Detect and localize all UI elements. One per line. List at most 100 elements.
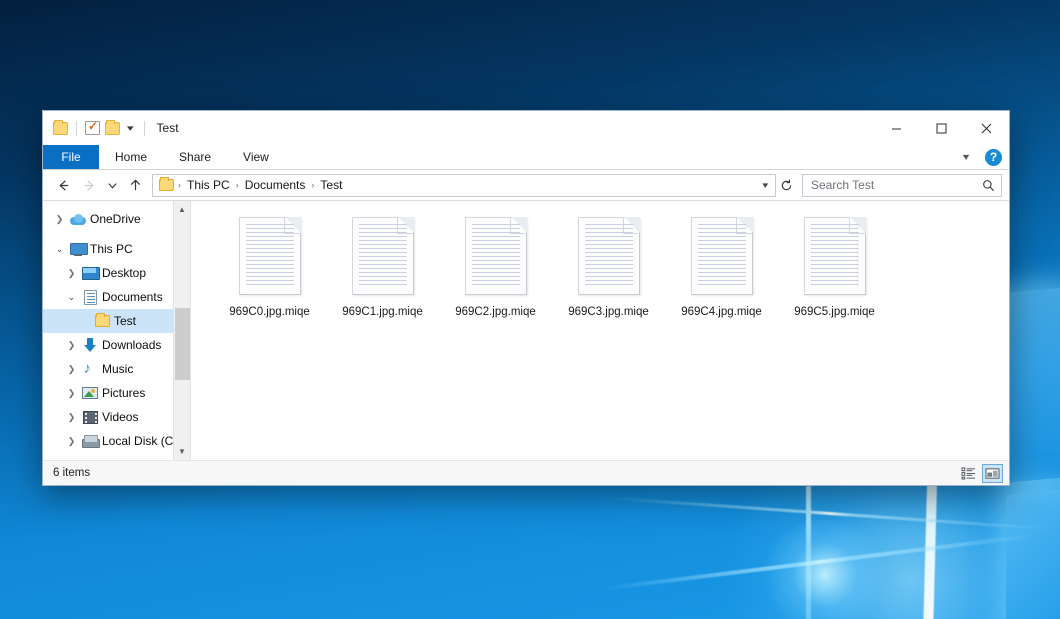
file-grid: 969C0.jpg.miqe 969C1.jpg.miqe 969C2.jpg.… [191,201,1009,333]
back-button[interactable] [50,173,76,197]
scrollbar-track[interactable] [174,218,191,443]
sidebar-item-downloads[interactable]: ❯ Downloads [43,333,190,357]
help-button[interactable]: ? [985,149,1002,166]
chevron-right-icon[interactable]: ❯ [63,364,80,375]
forward-button [76,173,102,197]
sidebar-item-local-disk-c[interactable]: ❯ Local Disk (C:) [43,429,190,453]
folder-tree: ❯ OneDrive ⌄ This PC ❯ Desktop ⌄ [43,201,190,453]
download-icon [80,338,100,353]
sidebar-item-music[interactable]: ❯ ♪ Music [43,357,190,381]
sidebar-item-label: Test [112,314,136,328]
details-view-button[interactable] [958,464,979,483]
chevron-right-icon[interactable]: ❯ [63,412,80,423]
music-icon: ♪ [80,362,100,376]
file-item[interactable]: 969C4.jpg.miqe [665,215,778,333]
search-icon[interactable] [982,179,995,192]
wallpaper-glow [760,520,890,619]
sidebar-item-label: Desktop [100,266,146,280]
chevron-down-icon[interactable]: ⌄ [51,244,68,255]
folder-icon [92,315,112,327]
cloud-icon [68,214,88,225]
search-input[interactable]: Search Test [811,178,982,192]
file-item[interactable]: 969C0.jpg.miqe [213,215,326,333]
window-controls [874,111,1009,145]
file-list-pane[interactable]: 969C0.jpg.miqe 969C1.jpg.miqe 969C2.jpg.… [191,201,1009,460]
wallpaper-pane [1006,287,1060,482]
file-name: 969C2.jpg.miqe [452,304,539,320]
sidebar-item-pictures[interactable]: ❯ Pictures [43,381,190,405]
maximize-button[interactable] [919,111,964,145]
generic-document-icon [578,217,640,295]
tab-view[interactable]: View [227,145,285,169]
scrollbar-thumb[interactable] [175,308,190,380]
chevron-down-icon[interactable]: ▾ [122,124,138,133]
chevron-up-icon[interactable]: ▲ [174,201,191,218]
file-name: 969C3.jpg.miqe [565,304,652,320]
monitor-icon [68,243,88,256]
tab-file[interactable]: File [43,145,99,169]
desktop-icon [80,267,100,279]
disk-icon [80,435,100,448]
file-item[interactable]: 969C3.jpg.miqe [552,215,665,333]
sidebar-item-desktop[interactable]: ❯ Desktop [43,261,190,285]
chevron-down-icon[interactable]: ⌄ [63,292,80,303]
chevron-right-icon[interactable]: ❯ [63,436,80,447]
explorer-body: ❯ OneDrive ⌄ This PC ❯ Desktop ⌄ [43,200,1009,460]
sidebar-item-test[interactable]: Test [43,309,190,333]
chevron-right-icon[interactable]: ❯ [51,214,68,225]
properties-checkbox-icon[interactable] [85,121,100,135]
sidebar-item-onedrive[interactable]: ❯ OneDrive [43,207,190,231]
sidebar-item-label: Local Disk (C:) [100,434,181,448]
large-icons-view-button[interactable] [982,464,1003,483]
file-item[interactable]: 969C5.jpg.miqe [778,215,891,333]
chevron-right-icon[interactable]: ❯ [63,268,80,279]
address-bar: › This PC › Documents › Test ▾ Search Te… [43,170,1009,200]
sidebar-item-label: Music [100,362,133,376]
folder-icon[interactable] [158,179,177,191]
sidebar-item-this-pc[interactable]: ⌄ This PC [43,237,190,261]
chevron-down-icon[interactable]: ▾ [950,146,981,168]
toolbar-divider [76,121,77,136]
file-item[interactable]: 969C1.jpg.miqe [326,215,439,333]
chevron-right-icon[interactable]: ❯ [63,388,80,399]
window-title: Test [148,121,179,135]
breadcrumb-bar[interactable]: › This PC › Documents › Test ▾ [152,174,776,197]
sidebar-item-videos[interactable]: ❯ Videos [43,405,190,429]
tab-share[interactable]: Share [163,145,227,169]
breadcrumb-documents[interactable]: Documents [240,177,311,193]
breadcrumb-this-pc[interactable]: This PC [182,177,235,193]
recent-locations-button[interactable] [102,173,122,197]
title-bar[interactable]: ▾ Test [43,111,1009,145]
generic-document-icon [352,217,414,295]
item-count-label: 6 items [53,467,90,479]
ribbon-tabs: File Home Share View ▾ ? [43,145,1009,170]
status-bar: 6 items [43,460,1009,485]
file-item[interactable]: 969C2.jpg.miqe [439,215,552,333]
wallpaper-pane [1006,489,1060,619]
sidebar-item-documents[interactable]: ⌄ Documents [43,285,190,309]
sidebar-item-label: Videos [100,410,138,424]
file-name: 969C5.jpg.miqe [791,304,878,320]
sidebar-item-label: Downloads [100,338,161,352]
tab-home[interactable]: Home [99,145,163,169]
file-name: 969C0.jpg.miqe [226,304,313,320]
minimize-button[interactable] [874,111,919,145]
new-folder-icon[interactable] [105,122,120,135]
generic-document-icon [239,217,301,295]
file-name: 969C4.jpg.miqe [678,304,765,320]
file-name: 969C1.jpg.miqe [339,304,426,320]
up-button[interactable] [122,173,148,197]
navigation-pane-scrollbar[interactable]: ▲ ▼ [173,201,190,460]
close-button[interactable] [964,111,1009,145]
folder-icon[interactable] [53,122,68,135]
search-box[interactable]: Search Test [802,174,1002,197]
chevron-right-icon[interactable]: ❯ [63,340,80,351]
quick-access-toolbar[interactable]: ▾ [43,121,148,136]
breadcrumb-test[interactable]: Test [315,177,347,193]
breadcrumb: › This PC › Documents › Test [158,177,754,193]
view-buttons [958,464,1003,483]
chevron-down-icon[interactable]: ▾ [756,178,775,193]
refresh-button[interactable] [776,173,796,197]
videos-icon [80,411,100,424]
chevron-down-icon[interactable]: ▼ [174,443,191,460]
